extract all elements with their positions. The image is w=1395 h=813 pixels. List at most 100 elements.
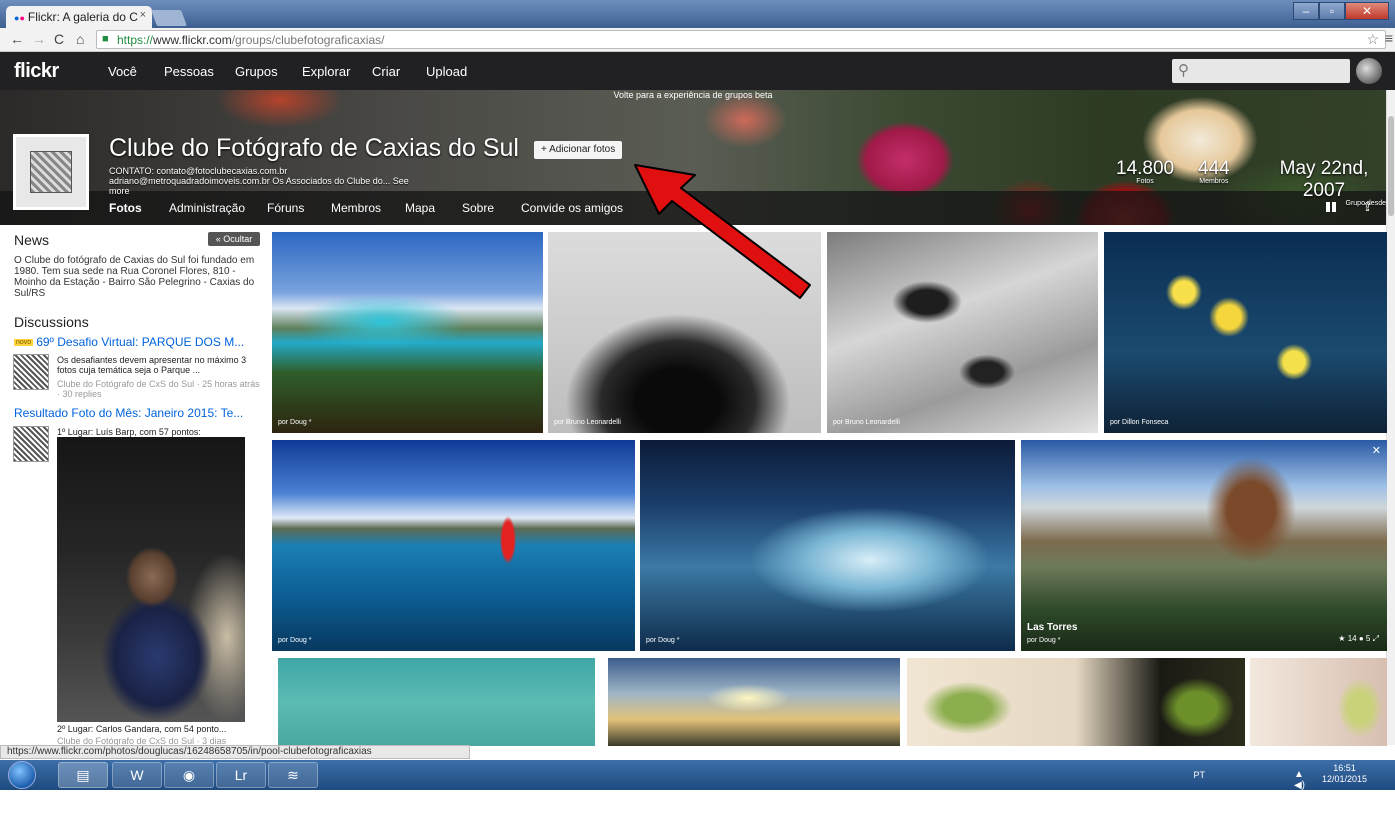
tab-convide[interactable]: Convide os amigos: [521, 201, 623, 215]
tab-fotos[interactable]: Fotos: [109, 201, 142, 215]
photo-owner[interactable]: por Doug *: [278, 637, 311, 644]
nav-grupos[interactable]: Grupos: [235, 64, 278, 79]
close-tab-icon[interactable]: ×: [140, 9, 146, 21]
new-tab-button[interactable]: [151, 10, 187, 26]
photo-tile[interactable]: por Bruno Leonardelli: [827, 232, 1098, 433]
tab-mapa[interactable]: Mapa: [405, 201, 435, 215]
tab-foruns[interactable]: Fóruns: [267, 201, 304, 215]
discussions-heading: Discussions: [14, 314, 89, 330]
search-icon: ⚲: [1178, 62, 1189, 79]
group-logo-image: [30, 151, 72, 193]
spotify-taskbar-icon[interactable]: ≋: [268, 762, 318, 788]
grid-view-icon[interactable]: [1326, 202, 1336, 212]
photo-owner[interactable]: por Bruno Leonardelli: [554, 419, 621, 426]
browser-tab[interactable]: ●● Flickr: A galeria do C ×: [6, 6, 152, 28]
nav-upload[interactable]: Upload: [426, 64, 467, 79]
desc-line: CONTATO: contato@fotoclubecaxias.com.br: [109, 166, 288, 176]
photo-owner[interactable]: por Doug *: [1027, 637, 1060, 644]
photo-tile[interactable]: [907, 658, 1245, 746]
group-name: Clube do Fotógrafo de Caxias do Sul: [109, 134, 519, 162]
stat-photos: 14.800 Fotos: [1116, 158, 1174, 185]
address-bar[interactable]: ■ https://www.flickr.com/groups/clubefot…: [96, 30, 1386, 49]
clock[interactable]: 16:51 12/01/2015: [1322, 763, 1367, 785]
desc-line: adriano@metroquadradoimoveis.com.br Os A…: [109, 176, 409, 186]
reload-icon[interactable]: C: [54, 31, 64, 47]
search-input[interactable]: ⚲: [1172, 59, 1350, 83]
photo-tile[interactable]: por Dillon Fonseca: [1104, 232, 1387, 433]
photo-tile[interactable]: por Doug *: [640, 440, 1015, 651]
lock-icon: ■: [102, 33, 109, 45]
red-arrow-annotation: [634, 164, 811, 299]
browser-toolbar: ← → C ⌂ ■ https://www.flickr.com/groups/…: [0, 28, 1395, 52]
tab-administracao[interactable]: Administração: [169, 201, 245, 215]
beta-banner-link[interactable]: Volte para a experiência de grupos beta: [0, 90, 1386, 100]
back-icon[interactable]: ←: [10, 31, 24, 47]
nav-criar[interactable]: Criar: [372, 64, 400, 79]
clock-date: 12/01/2015: [1321, 774, 1367, 784]
lightroom-taskbar-icon[interactable]: Lr: [216, 762, 266, 788]
stat-value: 14.800: [1116, 158, 1175, 179]
share-icon[interactable]: ⇪: [1362, 199, 1373, 215]
browser-menu-icon[interactable]: ≡: [1385, 30, 1393, 46]
user-avatar[interactable]: [1356, 58, 1382, 84]
photo-tile[interactable]: por Doug *: [272, 440, 635, 651]
nav-pessoas[interactable]: Pessoas: [164, 64, 214, 79]
word-taskbar-icon[interactable]: W: [112, 762, 162, 788]
faves-count: 14: [1347, 634, 1357, 643]
url-path: /groups/clubefotograficaxias/: [231, 33, 385, 47]
photo-title[interactable]: Las Torres: [1027, 622, 1077, 633]
flickr-header: flickr Você Pessoas Grupos Explorar Cria…: [0, 52, 1395, 90]
expand-icon[interactable]: ⤢: [1373, 634, 1379, 643]
maximize-button[interactable]: ▫: [1319, 2, 1345, 20]
discussion-link[interactable]: Resultado Foto do Mês: Janeiro 2015: Te.…: [14, 406, 243, 420]
photo-tile[interactable]: [608, 658, 900, 746]
chrome-taskbar-icon[interactable]: ◉: [164, 762, 214, 788]
scrollbar-thumb[interactable]: [1388, 116, 1394, 216]
discussion-link[interactable]: novo 69º Desafio Virtual: PARQUE DOS M...: [14, 335, 244, 349]
windows-taskbar: ▤ W ◉ Lr ≋ PT ▲ ◀) ▶ ▮ 16:51 12/01/2015: [0, 760, 1395, 813]
page-scrollbar[interactable]: [1386, 90, 1395, 745]
photo-owner[interactable]: por Doug *: [278, 419, 311, 426]
tab-membros[interactable]: Membros: [331, 201, 381, 215]
photo-tile[interactable]: Las Torres por Doug * ✕ ★ 14 ● 5 ⤢: [1021, 440, 1387, 651]
language-indicator[interactable]: PT: [1193, 770, 1205, 780]
comment-icon[interactable]: ●: [1359, 634, 1364, 643]
stat-value: 444: [1198, 158, 1230, 179]
status-bar-url: https://www.flickr.com/photos/douglucas/…: [0, 745, 470, 759]
photo-tile[interactable]: [1250, 658, 1387, 746]
tray-icons[interactable]: ▲ ◀) ▶ ▮: [1294, 769, 1305, 813]
nav-voce[interactable]: Você: [108, 64, 137, 79]
tab-sobre[interactable]: Sobre: [462, 201, 494, 215]
home-icon[interactable]: ⌂: [76, 31, 84, 47]
bookmark-star-icon[interactable]: ☆: [1366, 31, 1379, 48]
discussion-excerpt: Os desafiantes devem apresentar no máxim…: [57, 355, 247, 375]
comments-count: 5: [1365, 634, 1371, 643]
photo-tile[interactable]: por Doug *: [272, 232, 543, 433]
discussion-meta: Clube do Fotógrafo de CxS do Sul · 25 ho…: [57, 379, 260, 399]
start-button[interactable]: [8, 761, 36, 789]
browser-titlebar: ●● Flickr: A galeria do C × – ▫ ✕: [0, 0, 1395, 28]
clock-time: 16:51: [1333, 763, 1356, 773]
news-text: O Clube do fotógrafo de Caxias do Sul fo…: [14, 255, 255, 299]
url-host: www.flickr.com: [153, 33, 232, 47]
photo-owner[interactable]: por Bruno Leonardelli: [833, 419, 900, 426]
hide-sidebar-button[interactable]: « Ocultar: [208, 232, 260, 246]
discussion-excerpt: 1º Lugar: Luís Barp, com 57 pontos:: [57, 427, 201, 437]
discussion-title: 69º Desafio Virtual: PARQUE DOS M...: [36, 335, 245, 349]
discussion-photo[interactable]: [57, 437, 245, 722]
photo-tile[interactable]: [278, 658, 595, 746]
stat-members: 444 Membros: [1198, 158, 1230, 185]
url-scheme: https://: [117, 33, 154, 47]
close-window-button[interactable]: ✕: [1345, 2, 1389, 20]
add-photos-button[interactable]: + Adicionar fotos: [534, 141, 623, 159]
flickr-logo[interactable]: flickr: [14, 60, 59, 83]
nav-explorar[interactable]: Explorar: [302, 64, 350, 79]
explorer-taskbar-icon[interactable]: ▤: [58, 762, 108, 788]
forward-icon[interactable]: →: [32, 31, 46, 47]
close-icon[interactable]: ✕: [1372, 444, 1381, 457]
photo-owner[interactable]: por Doug *: [646, 637, 679, 644]
news-heading: News: [14, 232, 50, 248]
photo-owner[interactable]: por Dillon Fonseca: [1110, 419, 1168, 426]
star-icon[interactable]: ★: [1338, 634, 1345, 643]
minimize-button[interactable]: –: [1293, 2, 1319, 20]
